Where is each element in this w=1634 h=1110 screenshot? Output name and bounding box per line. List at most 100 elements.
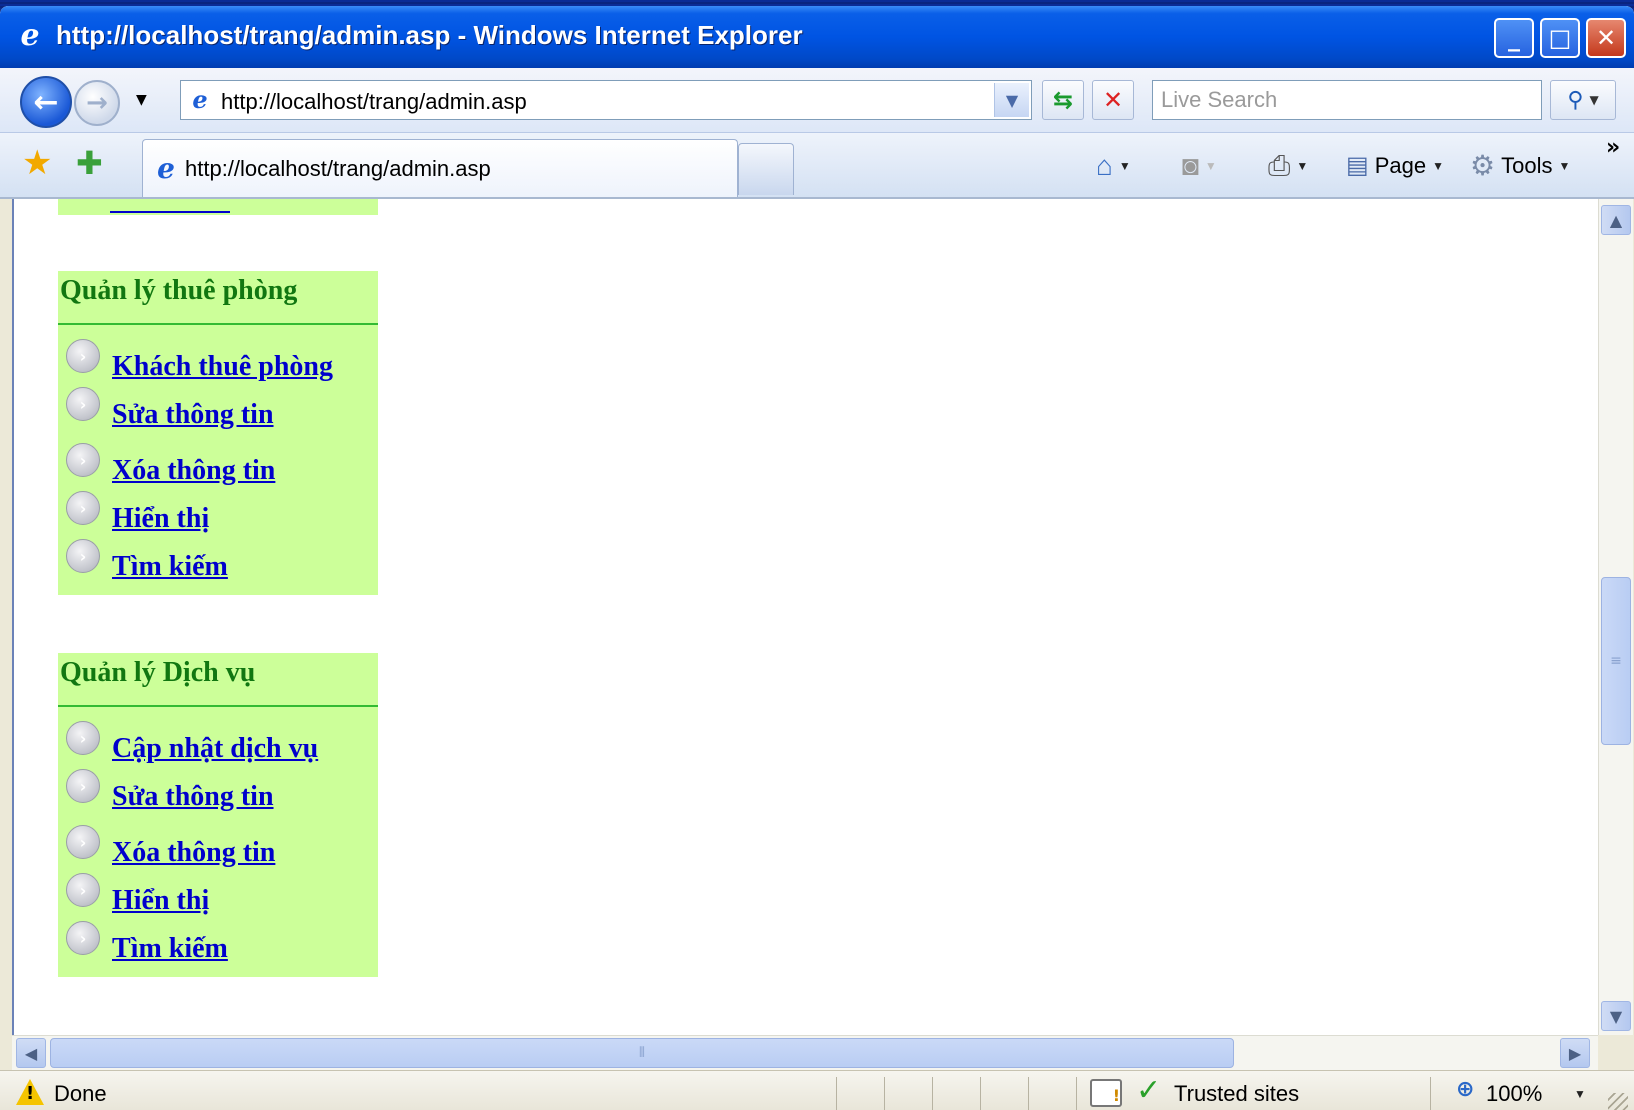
add-favorites-icon[interactable]: ✚: [76, 145, 103, 181]
tab-admin[interactable]: e http://localhost/trang/admin.asp: [142, 139, 738, 197]
security-zone[interactable]: Trusted sites: [1174, 1081, 1299, 1107]
chevron-down-icon[interactable]: ▼: [1574, 1087, 1586, 1101]
arrow-bullet-icon: ›: [66, 921, 100, 955]
menu-link-hien-thi[interactable]: Hiển thị: [112, 503, 209, 535]
section-room-rental: Quản lý thuê phòng › Khách thuê phòng › …: [58, 271, 378, 595]
menu-item[interactable]: › Sửa thông tin: [66, 769, 274, 813]
scroll-right-button[interactable]: ▶: [1560, 1038, 1590, 1068]
printer-icon: ⎙: [1268, 150, 1291, 181]
rss-feed-icon: ◙: [1182, 150, 1199, 181]
minimize-icon: _: [1508, 24, 1520, 52]
status-separator: [1430, 1077, 1431, 1110]
menu-link-khach-thue-phong[interactable]: Khách thuê phòng: [112, 351, 333, 383]
menu-item[interactable]: › Tìm kiếm: [66, 921, 228, 965]
chevron-down-icon[interactable]: ▼: [1119, 159, 1131, 173]
vertical-scrollbar[interactable]: ▲ ≡ ▼: [1598, 199, 1633, 1035]
arrow-bullet-icon: ›: [66, 491, 100, 525]
horizontal-scrollbar[interactable]: ◀ ⦀ ▶: [12, 1035, 1598, 1070]
menu-link-sua-thong-tin[interactable]: Sửa thông tin: [112, 399, 274, 431]
scroll-up-button[interactable]: ▲: [1601, 205, 1631, 235]
section-divider: [58, 323, 378, 325]
link-underline-fragment: [110, 211, 230, 213]
status-separator: [980, 1077, 981, 1110]
search-box[interactable]: [1152, 80, 1542, 120]
address-input[interactable]: http://localhost/trang/admin.asp: [221, 89, 527, 115]
menu-item[interactable]: › Hiển thị: [66, 873, 209, 917]
toolbar-overflow-icon[interactable]: »: [1606, 135, 1620, 160]
window-title: http://localhost/trang/admin.asp - Windo…: [56, 20, 803, 50]
search-input[interactable]: [1153, 81, 1541, 119]
minimize-button[interactable]: _: [1494, 18, 1534, 58]
page-menu-button[interactable]: ▤ Page ▼: [1346, 149, 1444, 183]
address-dropdown-button[interactable]: ▼: [994, 83, 1029, 117]
zoom-icon[interactable]: ⊕: [1456, 1077, 1474, 1102]
forward-arrow-icon: →: [86, 88, 108, 118]
arrow-bullet-icon: ›: [66, 721, 100, 755]
section-divider: [58, 705, 378, 707]
ie-logo-icon: e: [20, 18, 40, 53]
menu-item[interactable]: › Sửa thông tin: [66, 387, 274, 431]
chevron-down-icon: ▼: [1609, 1006, 1623, 1026]
chevron-down-icon: ▼: [1558, 159, 1571, 173]
menu-item[interactable]: › Hiển thị: [66, 491, 209, 535]
menu-item[interactable]: › Tìm kiếm: [66, 539, 228, 583]
arrow-bullet-icon: ›: [66, 339, 100, 373]
scroll-down-button[interactable]: ▼: [1601, 1001, 1631, 1031]
new-tab-button[interactable]: [738, 143, 794, 195]
grip-icon: ⦀: [638, 1045, 646, 1061]
stop-button[interactable]: ✕: [1092, 80, 1134, 120]
status-bar: ! Done ! ✓ Trusted sites ⊕ 100% ▼: [0, 1070, 1634, 1110]
forward-button[interactable]: →: [74, 80, 120, 126]
title-bar[interactable]: e http://localhost/trang/admin.asp - Win…: [0, 6, 1634, 68]
tools-menu-button[interactable]: ⚙ Tools ▼: [1470, 149, 1570, 183]
menu-link-tim-kiem[interactable]: Tìm kiếm: [112, 933, 228, 965]
maximize-button[interactable]: □: [1540, 18, 1580, 58]
status-text: Done: [54, 1081, 107, 1106]
menu-link-tim-kiem[interactable]: Tìm kiếm: [112, 551, 228, 583]
search-button[interactable]: ⚲ ▼: [1550, 80, 1616, 120]
resize-grip-icon[interactable]: [1608, 1093, 1628, 1110]
maximize-icon: □: [1548, 24, 1572, 52]
menu-item[interactable]: › Khách thuê phòng: [66, 339, 333, 383]
menu-item[interactable]: › Xóa thông tin: [66, 443, 275, 487]
home-button[interactable]: ⌂ ▼: [1096, 149, 1131, 183]
scroll-left-button[interactable]: ◀: [16, 1038, 46, 1068]
print-button[interactable]: ⎙ ▼: [1268, 149, 1308, 183]
back-button[interactable]: ←: [20, 76, 72, 128]
menu-link-sua-thong-tin[interactable]: Sửa thông tin: [112, 781, 274, 813]
arrow-bullet-icon: ›: [66, 539, 100, 573]
vertical-scroll-thumb[interactable]: ≡: [1601, 577, 1631, 745]
warning-mark: !: [26, 1083, 35, 1104]
ie-page-icon: e: [157, 152, 175, 185]
status-separator: [1076, 1077, 1077, 1110]
chevron-down-icon: ▼: [1005, 90, 1019, 110]
refresh-button[interactable]: ⇆: [1042, 80, 1084, 120]
recent-pages-dropdown[interactable]: ▼: [136, 92, 147, 108]
tools-menu-label: Tools: [1501, 153, 1553, 178]
stop-icon: ✕: [1102, 86, 1124, 114]
chevron-left-icon: ◀: [24, 1043, 38, 1063]
menu-link-xoa-thong-tin[interactable]: Xóa thông tin: [112, 837, 275, 869]
section-services: Quản lý Dịch vụ › Cập nhật dịch vụ › Sửa…: [58, 653, 378, 977]
chevron-down-icon[interactable]: ▼: [1296, 159, 1308, 173]
horizontal-scroll-thumb[interactable]: ⦀: [50, 1038, 1234, 1068]
address-toolbar: ← → ▼ e http://localhost/trang/admin.asp…: [0, 68, 1634, 133]
favorites-star-icon[interactable]: ★: [22, 145, 52, 181]
section-title: Quản lý thuê phòng: [60, 275, 298, 306]
feeds-button[interactable]: ◙ ▼: [1182, 149, 1217, 183]
menu-link-xoa-thong-tin[interactable]: Xóa thông tin: [112, 455, 275, 487]
chevron-down-icon[interactable]: ▼: [1205, 159, 1217, 173]
scrollbar-corner: [1598, 1035, 1634, 1069]
search-icon: ⚲: [1567, 87, 1584, 113]
close-button[interactable]: ✕: [1586, 18, 1626, 58]
home-icon: ⌂: [1096, 150, 1113, 181]
menu-item[interactable]: › Xóa thông tin: [66, 825, 275, 869]
protected-mode-icon[interactable]: !: [1090, 1079, 1122, 1107]
grip-icon: ≡: [1610, 653, 1622, 669]
page-icon: e: [192, 85, 208, 114]
address-bar[interactable]: e http://localhost/trang/admin.asp ▼: [180, 80, 1032, 120]
zoom-level[interactable]: 100%: [1486, 1081, 1542, 1107]
menu-item[interactable]: › Cập nhật dịch vụ: [66, 721, 318, 765]
menu-link-hien-thi[interactable]: Hiển thị: [112, 885, 209, 917]
menu-link-cap-nhat-dich-vu[interactable]: Cập nhật dịch vụ: [112, 733, 318, 765]
